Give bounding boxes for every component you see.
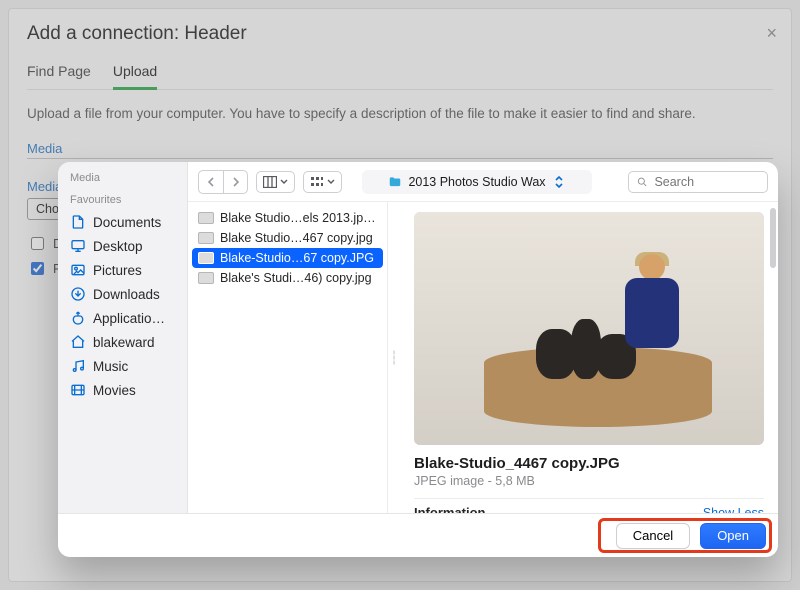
sidebar-group-media: Media [70, 172, 181, 184]
sidebar-item-documents[interactable]: Documents [68, 210, 181, 234]
preview-scrollbar[interactable] [770, 208, 776, 507]
nav-back-button[interactable] [199, 171, 223, 193]
file-picker-dialog: Media Favourites Documents Desktop Pictu… [58, 162, 778, 557]
sidebar-item-pictures[interactable]: Pictures [68, 258, 181, 282]
file-list[interactable]: Blake Studio…els 2013.jpeg Blake Studio…… [188, 202, 388, 513]
sidebar-group-favourites: Favourites [70, 194, 181, 206]
home-icon [70, 334, 86, 350]
nav-forward-button[interactable] [223, 171, 247, 193]
image-thumb-icon [198, 212, 214, 224]
search-icon [637, 176, 647, 188]
info-heading: Information [414, 505, 486, 513]
show-less-button[interactable]: Show Less [703, 506, 764, 513]
preview-filename: Blake-Studio_4467 copy.JPG [414, 455, 764, 472]
file-picker-sidebar: Media Favourites Documents Desktop Pictu… [58, 162, 188, 513]
updown-icon [552, 175, 566, 189]
nav-back-forward [198, 170, 248, 194]
file-preview-pane: Blake-Studio_4467 copy.JPG JPEG image - … [400, 202, 778, 513]
apps-icon [70, 310, 86, 326]
chevron-down-icon [327, 178, 335, 186]
sidebar-item-home[interactable]: blakeward [68, 330, 181, 354]
image-thumb-icon [198, 232, 214, 244]
path-popup-button[interactable]: 2013 Photos Studio Wax [362, 170, 592, 194]
open-button[interactable]: Open [700, 523, 766, 549]
file-row[interactable]: Blake Studio…els 2013.jpeg [192, 208, 383, 228]
preview-kind-size: JPEG image - 5,8 MB [414, 474, 764, 488]
movies-icon [70, 382, 86, 398]
preview-image [414, 212, 764, 445]
file-row[interactable]: Blake Studio…467 copy.jpg [192, 228, 383, 248]
file-row-selected[interactable]: Blake-Studio…67 copy.JPG [192, 248, 383, 268]
search-field[interactable] [628, 171, 768, 193]
group-mode-button[interactable] [303, 171, 342, 193]
view-mode-button[interactable] [256, 171, 295, 193]
search-input[interactable] [652, 174, 759, 190]
cancel-button[interactable]: Cancel [616, 523, 690, 549]
sidebar-item-desktop[interactable]: Desktop [68, 234, 181, 258]
sidebar-item-applications[interactable]: Applicatio… [68, 306, 181, 330]
sidebar-item-music[interactable]: Music [68, 354, 181, 378]
music-icon [70, 358, 86, 374]
image-thumb-icon [198, 252, 214, 264]
pictures-icon [70, 262, 86, 278]
doc-icon [70, 214, 86, 230]
column-resize-handle[interactable]: ┆ [388, 202, 400, 513]
sidebar-item-downloads[interactable]: Downloads [68, 282, 181, 306]
downloads-icon [70, 286, 86, 302]
file-row[interactable]: Blake's Studi…46) copy.jpg [192, 268, 383, 288]
columns-icon [263, 176, 277, 188]
chevron-down-icon [280, 178, 288, 186]
desktop-icon [70, 238, 86, 254]
current-folder-name: 2013 Photos Studio Wax [408, 175, 545, 189]
file-picker-toolbar: 2013 Photos Studio Wax [188, 162, 778, 202]
folder-icon [388, 175, 402, 189]
file-picker-footer: Cancel Open [58, 513, 778, 557]
sidebar-item-movies[interactable]: Movies [68, 378, 181, 402]
grid-icon [310, 176, 324, 188]
image-thumb-icon [198, 272, 214, 284]
